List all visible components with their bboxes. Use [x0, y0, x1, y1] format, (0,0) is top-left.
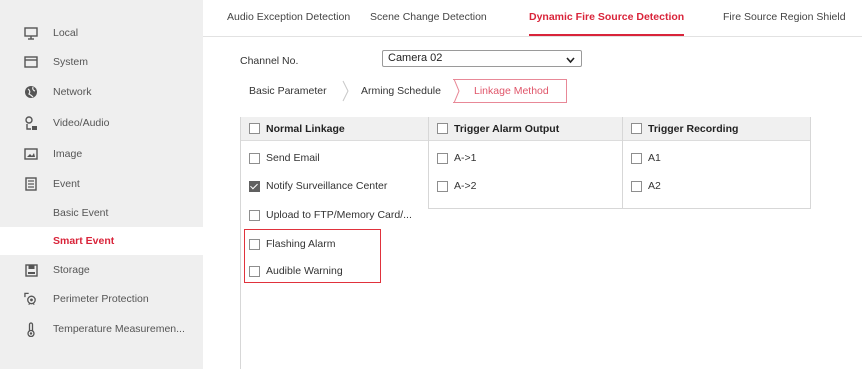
event-tabs: Audio Exception Detection Scene Change D… [203, 0, 862, 37]
checkbox-flashing-alarm[interactable]: Flashing Alarm [249, 234, 335, 254]
storage-icon [24, 263, 38, 277]
checkbox-label: Audible Warning [266, 265, 343, 277]
subtab-arming-schedule[interactable]: Arming Schedule [361, 79, 441, 103]
normal-linkage-header-label: Normal Linkage [266, 122, 345, 135]
checkbox-label: A->1 [454, 152, 477, 164]
checkbox-label: Send Email [266, 152, 320, 164]
sidebar-item-video-audio[interactable]: Video/Audio [0, 108, 203, 138]
sidebar-item-local[interactable]: Local [0, 18, 203, 48]
subtab-basic-parameter[interactable]: Basic Parameter [249, 79, 327, 103]
tab-dynamic-fire-source-detection[interactable]: Dynamic Fire Source Detection [529, 0, 685, 36]
sidebar-subitem-basic-event[interactable]: Basic Event [0, 199, 203, 227]
checkbox-send-email[interactable]: Send Email [249, 148, 320, 168]
chevron-down-icon [566, 55, 575, 64]
checkbox[interactable] [631, 180, 642, 192]
trigger-recording-header-label: Trigger Recording [648, 122, 739, 135]
trigger-alarm-output-header[interactable]: Trigger Alarm Output [428, 117, 622, 141]
image-icon [24, 147, 38, 161]
sidebar-subitem-smart-event[interactable]: Smart Event [0, 227, 203, 255]
sidebar-item-label: Perimeter Protection [53, 293, 149, 305]
sidebar: Local System Network Video/Audio Image E… [0, 0, 203, 369]
tab-audio-exception-detection[interactable]: Audio Exception Detection [227, 0, 350, 34]
subtab-linkage-method[interactable]: Linkage Method [474, 79, 549, 103]
sidebar-item-perimeter-protection[interactable]: Perimeter Protection [0, 284, 203, 314]
globe-icon [24, 85, 38, 99]
checkbox-label: A1 [648, 152, 661, 164]
normal-linkage-select-all[interactable] [249, 123, 260, 134]
checkbox-upload-ftp[interactable]: Upload to FTP/Memory Card/... [249, 205, 412, 225]
checkbox[interactable] [249, 238, 260, 250]
checkbox-label: A2 [648, 180, 661, 192]
chevron-right-icon [453, 78, 461, 104]
sidebar-item-label: Event [53, 178, 80, 190]
video-audio-icon [24, 115, 38, 130]
sidebar-subitem-label: Basic Event [53, 207, 109, 219]
sidebar-item-temperature-measurement[interactable]: Temperature Measuremen... [0, 314, 203, 344]
sidebar-item-label: Storage [53, 264, 90, 276]
checkbox-label: Notify Surveillance Center [266, 180, 388, 192]
checkbox[interactable] [249, 209, 260, 221]
trigger-recording-header[interactable]: Trigger Recording [622, 117, 810, 141]
table-divider [810, 117, 811, 209]
checkbox-alarm-output-2[interactable]: A->2 [437, 176, 476, 196]
trigger-alarm-output-header-label: Trigger Alarm Output [454, 122, 560, 135]
thermometer-icon [24, 321, 38, 337]
channel-select-value: Camera 02 [388, 52, 443, 64]
checkbox-label: A->2 [454, 180, 477, 192]
event-list-icon [24, 177, 38, 191]
checkbox-recording-a2[interactable]: A2 [631, 176, 661, 196]
checkbox[interactable] [249, 265, 260, 277]
sidebar-item-system[interactable]: System [0, 47, 203, 77]
normal-linkage-header[interactable]: Normal Linkage [240, 117, 428, 141]
sidebar-item-label: Local [53, 27, 79, 39]
sidebar-item-network[interactable]: Network [0, 77, 203, 107]
sidebar-item-label: Temperature Measuremen... [53, 323, 185, 335]
window-icon [24, 55, 38, 69]
checkbox[interactable] [437, 180, 448, 192]
recording-select-all[interactable] [631, 123, 642, 134]
alarm-output-select-all[interactable] [437, 123, 448, 134]
checkbox[interactable] [631, 152, 642, 164]
checkbox-label: Upload to FTP/Memory Card/... [266, 209, 412, 221]
sidebar-subitem-label: Smart Event [53, 235, 115, 247]
sidebar-item-label: System [53, 56, 89, 68]
checkbox-recording-a1[interactable]: A1 [631, 148, 661, 168]
sidebar-item-label: Network [53, 86, 92, 98]
perimeter-icon [24, 292, 38, 306]
monitor-icon [24, 26, 38, 40]
sidebar-item-image[interactable]: Image [0, 139, 203, 169]
table-divider [428, 208, 811, 209]
checkbox-checked[interactable] [249, 180, 260, 192]
table-divider [622, 117, 623, 209]
sidebar-item-label: Video/Audio [53, 117, 110, 129]
sidebar-item-label: Image [53, 148, 83, 160]
tab-scene-change-detection[interactable]: Scene Change Detection [370, 0, 487, 34]
checkbox-alarm-output-1[interactable]: A->1 [437, 148, 476, 168]
channel-select[interactable]: Camera 02 [382, 50, 582, 67]
chevron-right-icon [342, 79, 350, 103]
checkbox[interactable] [249, 152, 260, 164]
checkbox-audible-warning[interactable]: Audible Warning [249, 261, 343, 281]
table-divider [428, 117, 429, 209]
sidebar-item-storage[interactable]: Storage [0, 255, 203, 285]
checkbox-notify-surveillance-center[interactable]: Notify Surveillance Center [249, 176, 387, 196]
tab-fire-source-region-shield[interactable]: Fire Source Region Shield [723, 0, 846, 34]
table-divider [240, 117, 241, 369]
channel-label: Channel No. [240, 55, 299, 67]
checkbox[interactable] [437, 152, 448, 164]
checkbox-label: Flashing Alarm [266, 238, 336, 250]
sidebar-item-event[interactable]: Event [0, 169, 203, 199]
